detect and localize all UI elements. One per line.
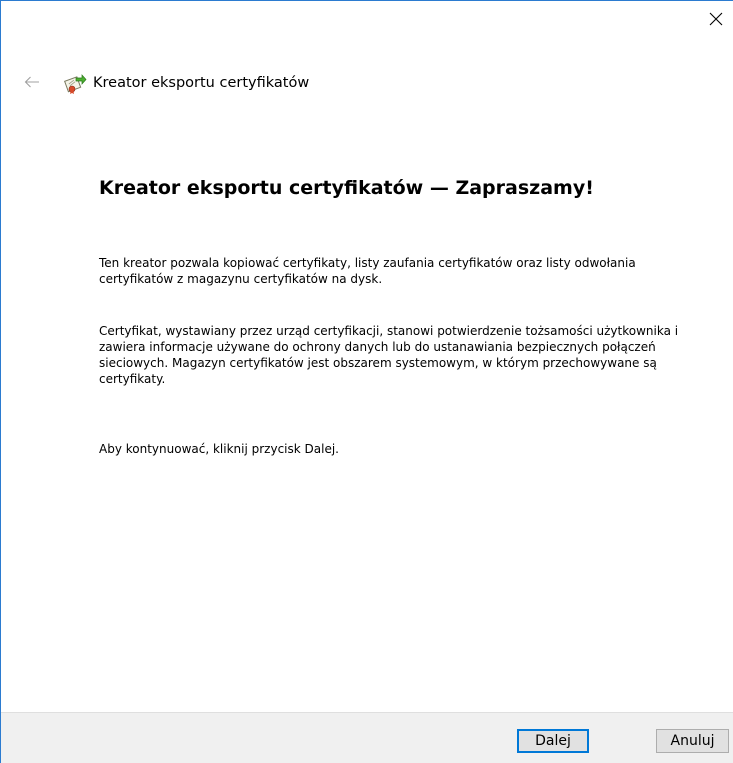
next-button[interactable]: Dalej	[517, 729, 589, 753]
cancel-button[interactable]: Anuluj	[656, 729, 729, 753]
wizard-window: Kreator eksportu certyfikatów Kreator ek…	[0, 0, 733, 763]
continue-instruction: Aby kontynuować, kliknij przycisk Dalej.	[99, 442, 339, 456]
certificate-wizard-icon	[64, 74, 87, 94]
close-icon	[709, 12, 722, 25]
intro-paragraph: Ten kreator pozwala kopiować certyfikaty…	[99, 256, 636, 286]
wizard-title: Kreator eksportu certyfikatów	[93, 75, 310, 91]
wizard-footer: Dalej Anuluj	[1, 712, 733, 763]
page-heading: Kreator eksportu certyfikatów — Zaprasza…	[99, 177, 594, 199]
close-button[interactable]	[698, 2, 733, 35]
back-button[interactable]	[17, 67, 47, 97]
certificate-description-paragraph: Certyfikat, wystawiany przez urząd certy…	[99, 324, 679, 386]
back-arrow-icon	[24, 76, 39, 88]
wizard-header: Kreator eksportu certyfikatów	[63, 71, 309, 95]
